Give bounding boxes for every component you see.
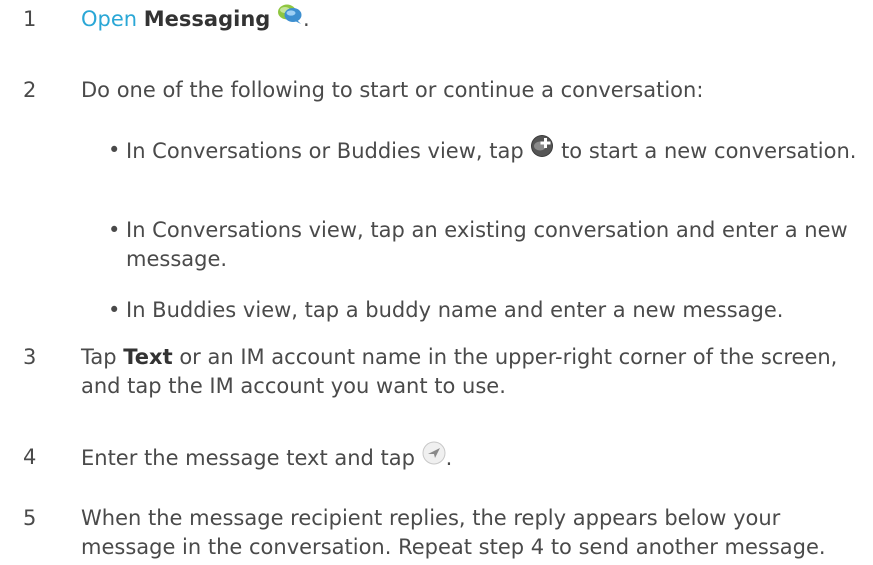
step-number: 5	[23, 506, 37, 530]
new-conversation-plus-icon	[530, 134, 554, 166]
bullet-symbol: •	[108, 138, 121, 162]
tap-word: Tap	[81, 345, 117, 369]
step-4-period: .	[445, 446, 453, 470]
list-item-text: In Conversations view, tap an existing c…	[126, 218, 848, 271]
step-number: 1	[23, 7, 37, 31]
messaging-app-name: Messaging	[143, 7, 271, 31]
step-text: When the message recipient replies, the …	[81, 506, 826, 559]
open-link[interactable]: Open	[81, 7, 137, 31]
step-text: Do one of the following to start or cont…	[81, 78, 704, 102]
bullet-text-after: to start a new conversation.	[561, 139, 857, 163]
step-number: 2	[23, 78, 37, 102]
step-3-rest: or an IM account name in the upper-right…	[81, 345, 838, 398]
messaging-app-icon	[277, 3, 303, 33]
step-text: Tap Text or an IM account name in the up…	[81, 343, 863, 401]
step-text: Enter the message text and tap .	[81, 441, 863, 475]
step-number: 4	[23, 445, 37, 469]
step-4-text: Enter the message text and tap	[81, 446, 415, 470]
bullet-symbol: •	[108, 218, 121, 242]
step-1-period: .	[303, 7, 310, 31]
bullet-text-before: In Conversations or Buddies view, tap	[126, 139, 524, 163]
send-icon	[422, 441, 446, 473]
text-option-label: Text	[123, 345, 173, 369]
list-item-text: In Conversations or Buddies view, tap to…	[126, 134, 868, 168]
list-item-text: In Buddies view, tap a buddy name and en…	[126, 298, 784, 322]
step-text: Open Messaging .	[81, 3, 863, 35]
step-number: 3	[23, 345, 37, 369]
bullet-symbol: •	[108, 298, 121, 322]
